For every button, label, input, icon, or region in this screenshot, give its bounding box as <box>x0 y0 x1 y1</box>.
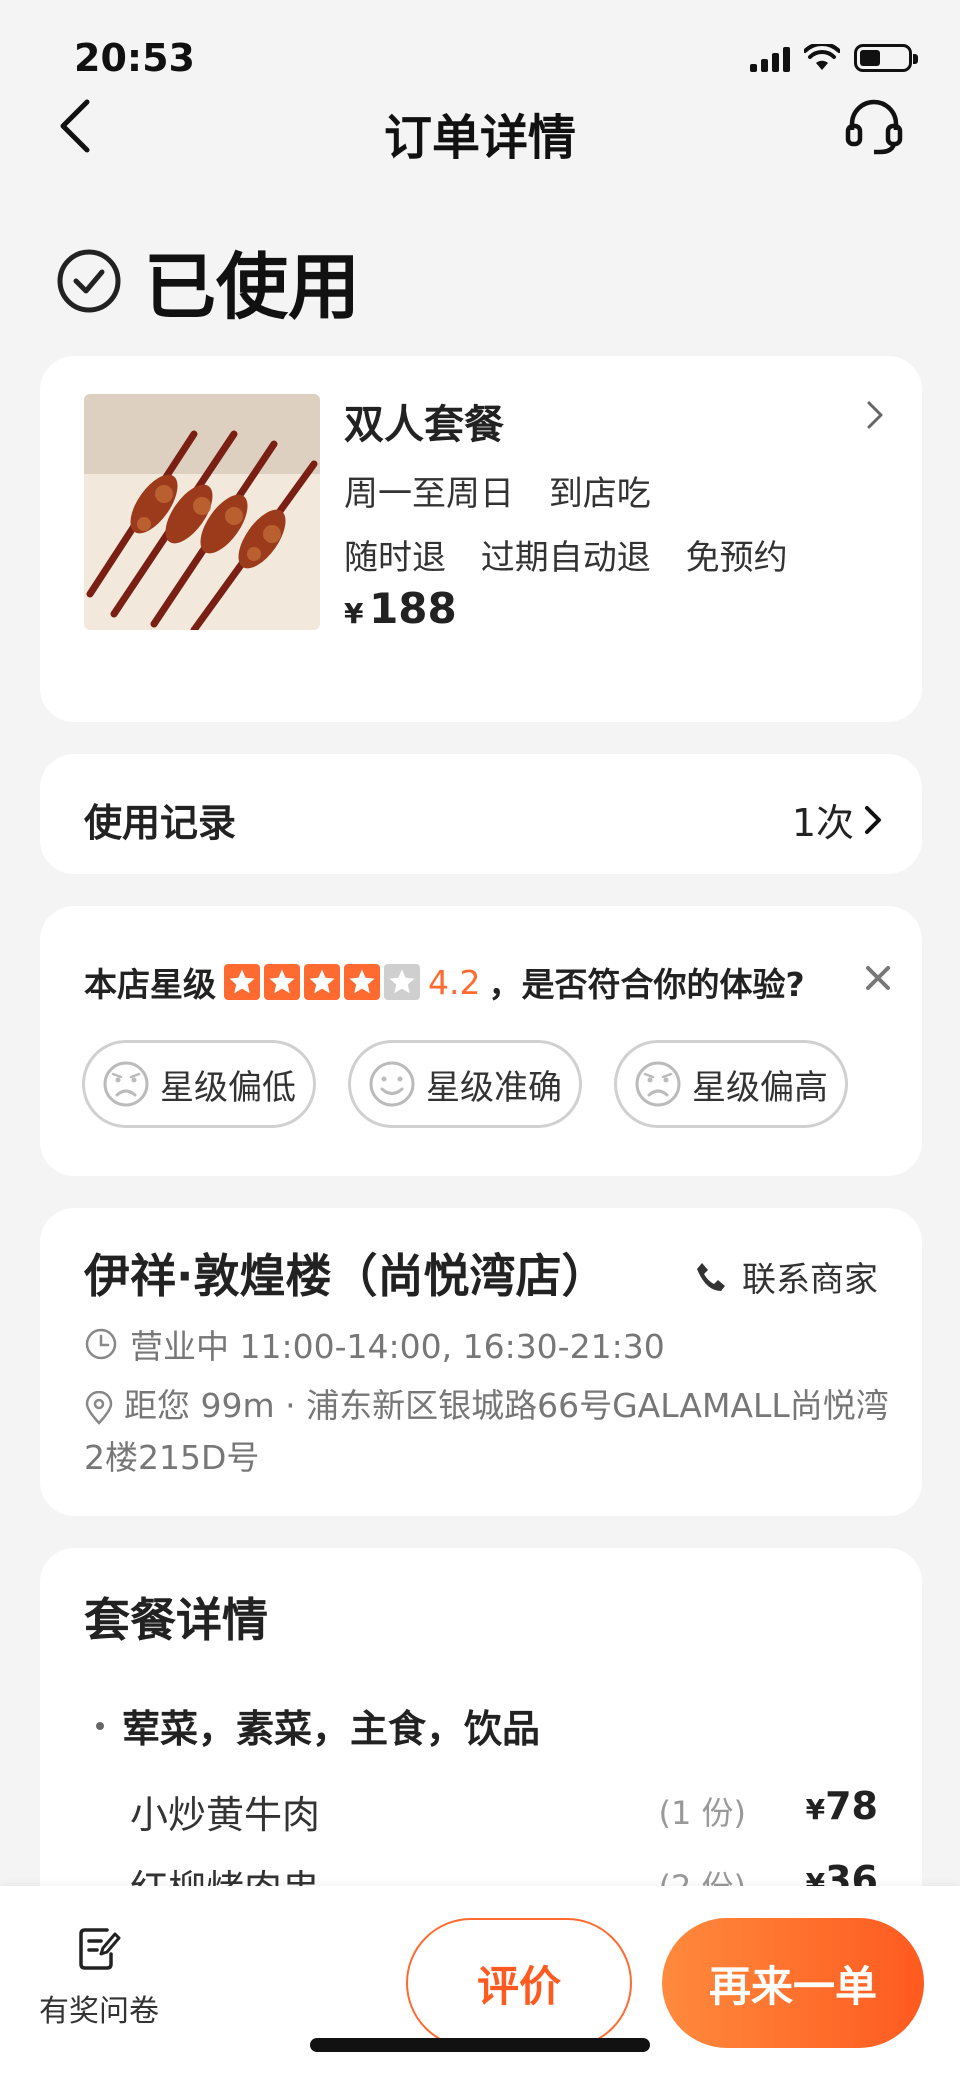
rating-option-label: 星级偏低 <box>160 1067 296 1108</box>
merchant-address[interactable]: 距您 99m · 浦东新区银城路66号GALAMALL尚悦湾2楼215D号 <box>84 1380 904 1484</box>
chevron-right-icon <box>865 805 881 834</box>
currency-symbol: ¥ <box>344 597 364 630</box>
rating-prefix: 本店星级 <box>84 965 216 1004</box>
wifi-icon <box>804 44 840 70</box>
package-item-row: 小炒黄牛肉 (1 份) ¥78 <box>130 1784 878 1844</box>
product-price: ¥ 188 <box>344 584 457 633</box>
price-value: 188 <box>369 584 457 633</box>
survey-button[interactable]: 有奖问卷 <box>34 1926 164 2030</box>
star-icon <box>384 964 420 1000</box>
package-category-text: 荤菜，素菜，主食，饮品 <box>122 1707 541 1751</box>
status-time: 20:53 <box>74 36 195 80</box>
rating-option-label: 星级准确 <box>426 1067 562 1108</box>
review-button[interactable]: 评价 <box>406 1918 632 2048</box>
contact-merchant-button[interactable]: 联系商家 <box>694 1252 878 1301</box>
merchant-name[interactable]: 伊祥·敦煌楼（尚悦湾店） <box>84 1240 607 1306</box>
star-icon <box>264 964 300 1000</box>
close-icon <box>866 966 890 990</box>
chevron-right-icon <box>867 401 883 429</box>
rating-score: 4.2 <box>428 962 481 1002</box>
battery-icon <box>854 44 918 72</box>
usage-record-label: 使用记录 <box>84 801 237 845</box>
order-state-label: 已使用 <box>144 245 361 329</box>
currency-symbol: ¥ <box>805 1793 826 1826</box>
clock-icon <box>85 1328 117 1360</box>
package-category: 荤菜，素菜，主食，饮品 <box>96 1698 540 1753</box>
reorder-button[interactable]: 再来一单 <box>662 1918 924 2048</box>
package-item-price: ¥78 <box>806 1784 878 1828</box>
merchant-hours-text: 营业中 11:00-14:00, 16:30-21:30 <box>130 1327 665 1366</box>
close-button[interactable] <box>858 958 898 998</box>
bullet-dot <box>96 1721 104 1730</box>
rating-question-text: ，是否符合你的体验? <box>488 965 805 1004</box>
rating-options: 星级偏低 星级准确 星级偏高 <box>82 1040 848 1128</box>
product-image <box>84 394 320 630</box>
status-icons <box>750 44 918 72</box>
rating-question: 本店星级 4.2 ，是否符合你的体验? <box>84 958 805 1006</box>
rating-feedback-card: 本店星级 4.2 ，是否符合你的体验? 星级偏低 星级准确 星级偏高 <box>40 906 922 1176</box>
signal-icon <box>750 46 790 72</box>
order-state: 已使用 <box>56 228 360 333</box>
product-availability: 周一至周日 到店吃 <box>344 474 651 514</box>
package-item-qty: (1 份) <box>658 1794 746 1832</box>
product-name: 双人套餐 <box>344 402 504 448</box>
headset-icon <box>845 99 903 155</box>
package-item-name: 小炒黄牛肉 <box>130 1793 321 1837</box>
merchant-address-text: 距您 99m · 浦东新区银城路66号GALAMALL尚悦湾2楼215D号 <box>84 1386 889 1477</box>
page-title: 订单详情 <box>383 110 576 166</box>
check-circle-icon <box>57 249 121 312</box>
phone-icon <box>697 1262 725 1291</box>
star-rating <box>224 964 420 1000</box>
contact-merchant-label: 联系商家 <box>742 1260 878 1300</box>
product-policies: 随时退 过期自动退 免预约 <box>344 538 788 578</box>
package-title: 套餐详情 <box>84 1593 268 1647</box>
usage-count: 1次 <box>792 792 882 847</box>
home-indicator <box>310 2038 650 2052</box>
merchant-hours: 营业中 11:00-14:00, 16:30-21:30 <box>84 1320 665 1368</box>
star-icon <box>344 964 380 1000</box>
usage-record-row[interactable]: 使用记录 1次 <box>40 754 922 874</box>
merchant-card: 伊祥·敦煌楼（尚悦湾店） 联系商家 营业中 11:00-14:00, 16:30… <box>40 1208 922 1516</box>
nav-bar: 订单详情 <box>0 90 960 166</box>
smile-face-icon <box>369 1061 415 1107</box>
sad-face-icon <box>103 1061 149 1107</box>
sad-face-icon <box>635 1061 681 1107</box>
rating-too-high-button[interactable]: 星级偏高 <box>614 1040 848 1128</box>
star-icon <box>304 964 340 1000</box>
rating-too-low-button[interactable]: 星级偏低 <box>82 1040 316 1128</box>
questionnaire-icon <box>79 1928 121 1970</box>
rating-accurate-button[interactable]: 星级准确 <box>348 1040 582 1128</box>
survey-label: 有奖问卷 <box>39 1994 159 2029</box>
usage-count-text: 1次 <box>791 801 854 845</box>
location-pin-icon <box>85 1390 113 1425</box>
star-icon <box>224 964 260 1000</box>
rating-option-label: 星级偏高 <box>692 1067 828 1108</box>
customer-service-button[interactable] <box>842 94 906 158</box>
product-card[interactable]: 双人套餐 周一至周日 到店吃 随时退 过期自动退 免预约 ¥ 188 <box>40 356 922 722</box>
package-item-price-value: 78 <box>825 1784 878 1828</box>
